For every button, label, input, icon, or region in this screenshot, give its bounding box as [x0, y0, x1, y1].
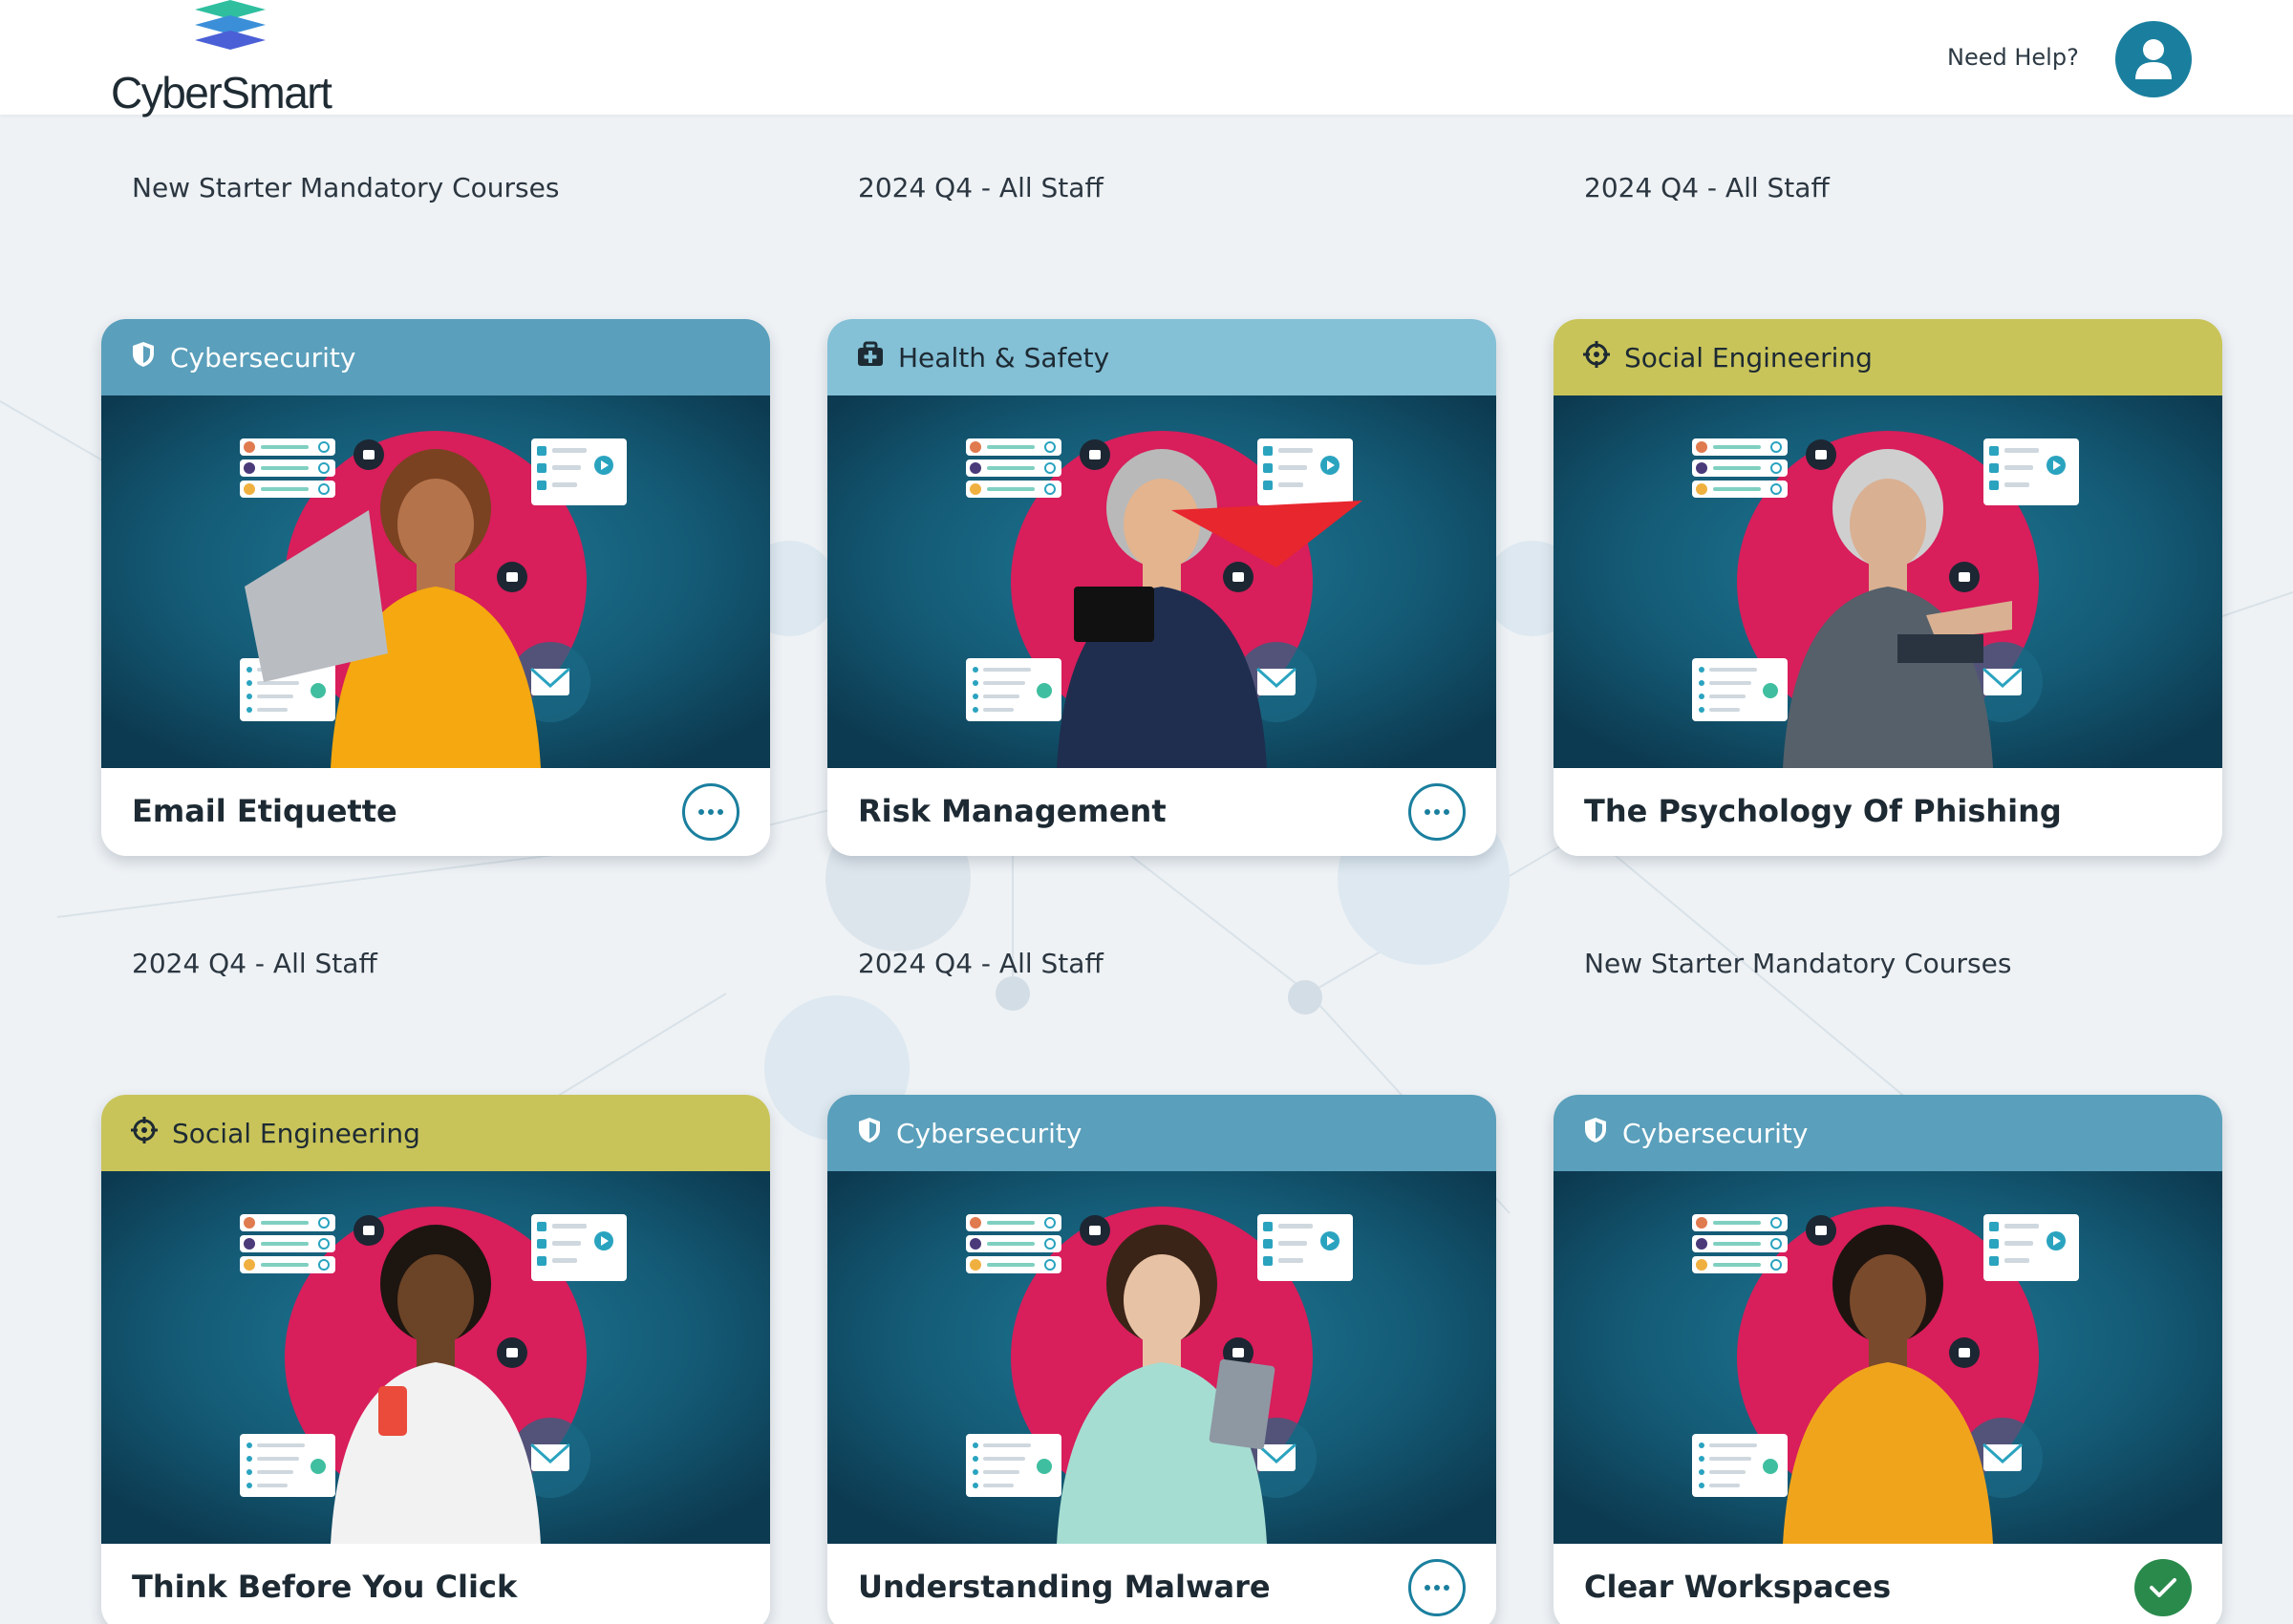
course-title: The Psychology Of Phishing — [1584, 793, 2062, 829]
more-options-button[interactable] — [1408, 783, 1466, 841]
logo-mark-icon — [195, 0, 266, 50]
dot-icon — [1425, 809, 1430, 815]
category-bar: Health & Safety — [827, 319, 1496, 395]
top-header: CyberSmart Need Help? — [0, 0, 2293, 118]
first-aid-icon — [856, 341, 885, 374]
completed-badge — [2134, 1559, 2192, 1616]
category-bar: Cybersecurity — [101, 319, 770, 395]
course-group-label: New Starter Mandatory Courses — [1584, 948, 2012, 979]
category-label: Social Engineering — [172, 1117, 420, 1149]
crosshair-icon — [1582, 340, 1611, 375]
category-bar: Social Engineering — [1554, 319, 2222, 395]
course-image — [1554, 1171, 2222, 1544]
category-label: Social Engineering — [1624, 341, 1873, 374]
more-options-button[interactable] — [682, 783, 739, 841]
user-icon — [2135, 39, 2172, 79]
course-title: Email Etiquette — [132, 793, 397, 829]
course-card[interactable]: Social Engineering — [1554, 319, 2222, 856]
dot-icon — [1434, 1585, 1440, 1591]
category-bar: Cybersecurity — [1554, 1095, 2222, 1171]
category-label: Cybersecurity — [896, 1117, 1082, 1149]
shield-icon — [856, 1116, 883, 1151]
course-image — [827, 395, 1496, 768]
category-bar: Cybersecurity — [827, 1095, 1496, 1171]
course-group-label: New Starter Mandatory Courses — [132, 172, 560, 203]
course-group-label: 2024 Q4 - All Staff — [858, 948, 1104, 979]
course-title: Risk Management — [858, 793, 1167, 829]
category-label: Cybersecurity — [1622, 1117, 1809, 1149]
course-group-label: 2024 Q4 - All Staff — [1584, 172, 1830, 203]
course-card[interactable]: Cybersecurity — [101, 319, 770, 856]
more-options-button[interactable] — [1408, 1559, 1466, 1616]
category-label: Cybersecurity — [170, 341, 356, 374]
category-label: Health & Safety — [898, 341, 1110, 374]
course-title: Understanding Malware — [858, 1569, 1271, 1605]
dot-icon — [708, 809, 714, 815]
course-image — [101, 395, 770, 768]
course-image — [1554, 395, 2222, 768]
course-card[interactable]: Social Engineering — [101, 1095, 770, 1624]
course-group-label: 2024 Q4 - All Staff — [132, 948, 377, 979]
dot-icon — [698, 809, 704, 815]
brand-name: CyberSmart — [111, 68, 332, 118]
course-image — [101, 1171, 770, 1544]
logo[interactable]: CyberSmart — [111, 0, 350, 118]
dot-icon — [1444, 1585, 1449, 1591]
dot-icon — [1425, 1585, 1430, 1591]
course-group-label: 2024 Q4 - All Staff — [858, 172, 1104, 203]
account-button[interactable] — [2115, 21, 2192, 97]
crosshair-icon — [130, 1116, 159, 1151]
course-card[interactable]: Cybersecurity — [1554, 1095, 2222, 1624]
need-help-link[interactable]: Need Help? — [1947, 44, 2079, 71]
course-card[interactable]: Health & Safety Risk Management — [827, 319, 1496, 856]
shield-icon — [1582, 1116, 1609, 1151]
course-image — [827, 1171, 1496, 1544]
shield-icon — [130, 340, 157, 375]
dot-icon — [1434, 809, 1440, 815]
category-bar: Social Engineering — [101, 1095, 770, 1171]
dot-icon — [718, 809, 723, 815]
course-grid: New Starter Mandatory Courses Cybersecur… — [0, 115, 2293, 1624]
checkmark-icon — [2150, 1578, 2176, 1597]
dot-icon — [1444, 809, 1449, 815]
course-title: Think Before You Click — [132, 1569, 518, 1605]
course-card[interactable]: Cybersecurity — [827, 1095, 1496, 1624]
course-title: Clear Workspaces — [1584, 1569, 1892, 1605]
